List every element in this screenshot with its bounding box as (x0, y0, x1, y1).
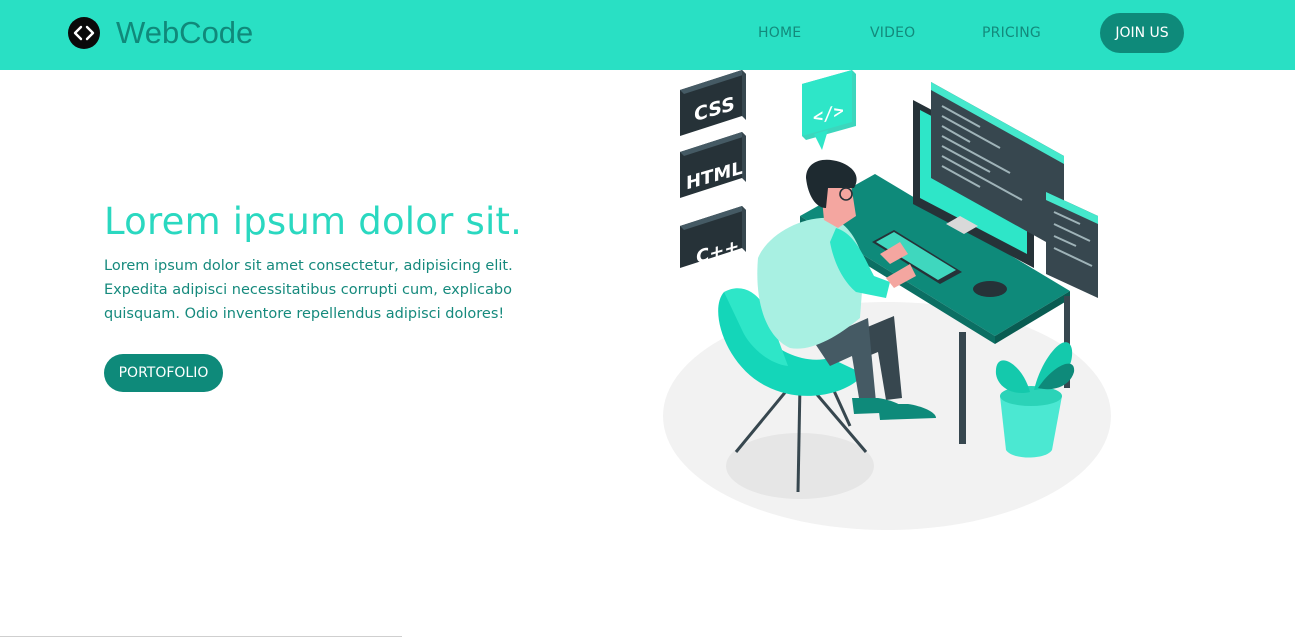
bottom-divider (0, 636, 402, 637)
mouse-icon (973, 281, 1007, 297)
navbar: WebCode HOME VIDEO PRICING JOIN US (0, 0, 1295, 70)
cpp-tag-icon: C++ (680, 206, 746, 269)
join-us-button[interactable]: JOIN US (1100, 13, 1184, 53)
desk-leg (959, 332, 966, 444)
code-bubble-icon: </> (802, 70, 856, 150)
nav-pricing-link[interactable]: PRICING (982, 24, 1041, 42)
developer-illustration: CSS HTML C++ </> (650, 66, 1130, 536)
nav-home-link[interactable]: HOME (758, 24, 801, 42)
code-brackets-icon[interactable] (68, 17, 100, 49)
css-tag-icon: CSS (680, 70, 746, 136)
portfolio-button[interactable]: PORTOFOLIO (104, 354, 223, 392)
nav-video-link[interactable]: VIDEO (870, 24, 915, 42)
hero-title: Lorem ipsum dolor sit. (104, 200, 523, 243)
brand-name[interactable]: WebCode (116, 14, 253, 52)
html-tag-icon: HTML (680, 132, 746, 198)
hero-description: Lorem ipsum dolor sit amet consectetur, … (104, 258, 513, 322)
